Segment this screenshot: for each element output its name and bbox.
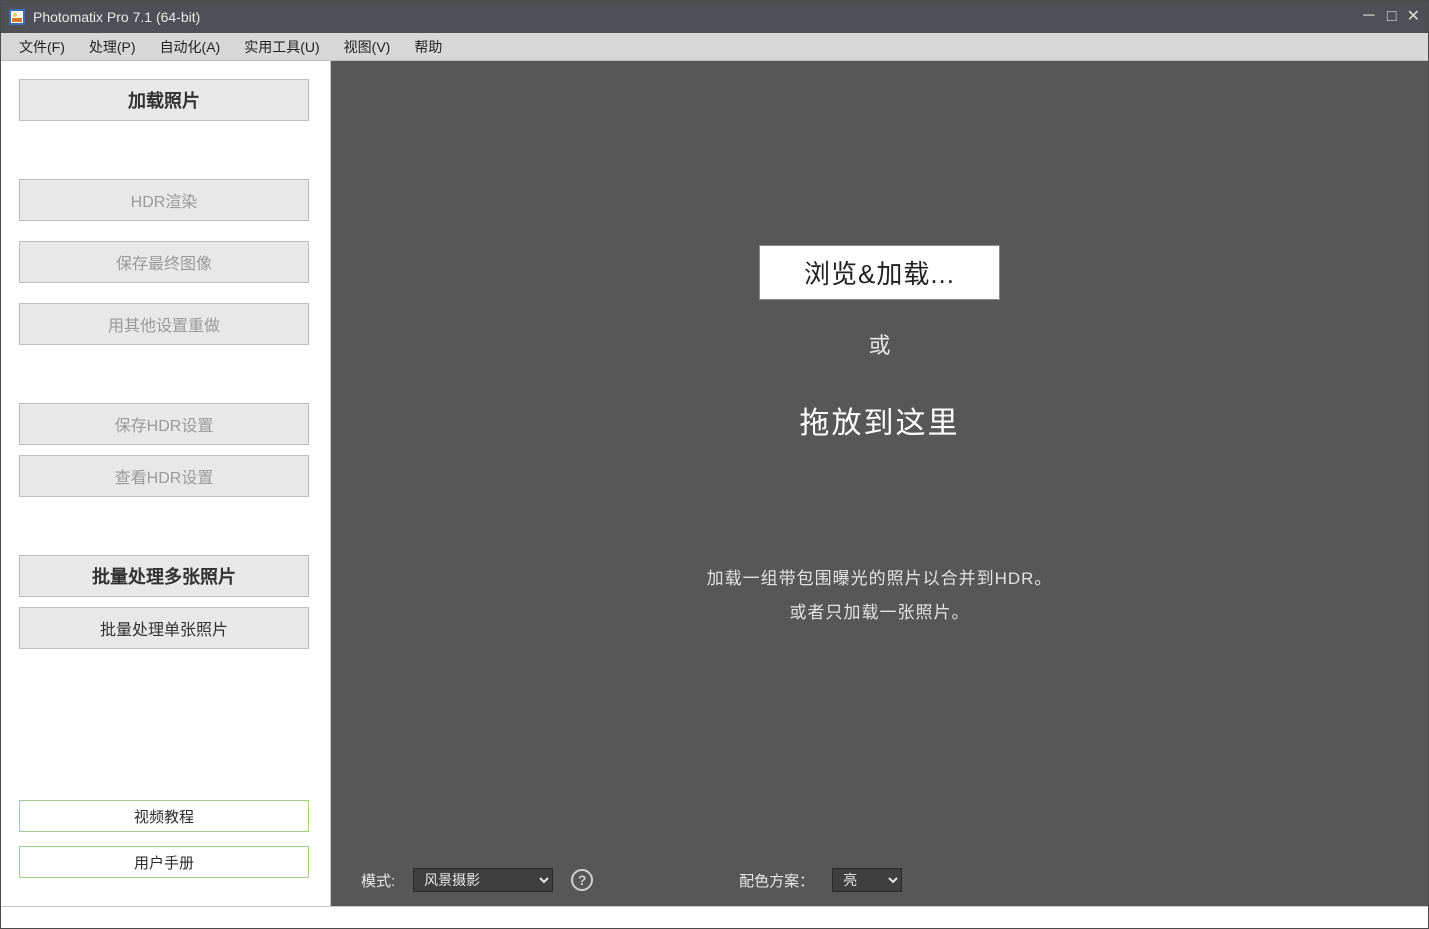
window-title: Photomatix Pro 7.1 (64-bit) [33, 9, 200, 25]
minimize-icon[interactable]: － [1361, 9, 1377, 25]
batch-single-button[interactable]: 批量处理单张照片 [19, 607, 309, 649]
hint-line-2: 或者只加载一张照片。 [707, 596, 1053, 630]
status-bar [1, 906, 1428, 928]
save-final-image-button: 保存最终图像 [19, 241, 309, 283]
color-scheme-select[interactable]: 亮 [832, 868, 902, 892]
load-photos-button[interactable]: 加载照片 [19, 79, 309, 121]
save-hdr-settings-button: 保存HDR设置 [19, 403, 309, 445]
redo-other-settings-button: 用其他设置重做 [19, 303, 309, 345]
hdr-render-button: HDR渲染 [19, 179, 309, 221]
main-area: 浏览&加载... 或 拖放到这里 加载一组带包围曝光的照片以合并到HDR。 或者… [331, 61, 1428, 906]
browse-load-button[interactable]: 浏览&加载... [759, 245, 1000, 300]
menu-view[interactable]: 视图(V) [332, 34, 403, 60]
drop-zone[interactable]: 浏览&加载... 或 拖放到这里 加载一组带包围曝光的照片以合并到HDR。 或者… [331, 61, 1428, 854]
titlebar: Photomatix Pro 7.1 (64-bit) － □ ✕ [1, 1, 1428, 33]
menubar: 文件(F) 处理(P) 自动化(A) 实用工具(U) 视图(V) 帮助 [1, 33, 1428, 61]
view-hdr-settings-button: 查看HDR设置 [19, 455, 309, 497]
menu-file[interactable]: 文件(F) [7, 34, 77, 60]
color-scheme-label: 配色方案： [739, 870, 814, 891]
maximize-icon[interactable]: □ [1387, 9, 1397, 25]
hint-line-1: 加载一组带包围曝光的照片以合并到HDR。 [707, 562, 1053, 596]
menu-help[interactable]: 帮助 [402, 34, 454, 60]
menu-process[interactable]: 处理(P) [77, 34, 148, 60]
batch-multi-button[interactable]: 批量处理多张照片 [19, 555, 309, 597]
close-icon[interactable]: ✕ [1407, 9, 1420, 25]
mode-select[interactable]: 风景摄影 [413, 868, 553, 892]
app-icon [9, 9, 25, 25]
help-icon[interactable]: ? [571, 869, 593, 891]
sidebar: 加载照片 HDR渲染 保存最终图像 用其他设置重做 保存HDR设置 查看HDR设… [1, 61, 331, 906]
hint-block: 加载一组带包围曝光的照片以合并到HDR。 或者只加载一张照片。 [707, 562, 1053, 630]
mode-label: 模式: [361, 870, 395, 891]
video-tutorial-button[interactable]: 视频教程 [19, 800, 309, 832]
bottom-bar: 模式: 风景摄影 ? 配色方案： 亮 [331, 854, 1428, 906]
or-text: 或 [868, 328, 890, 360]
menu-automation[interactable]: 自动化(A) [148, 34, 233, 60]
user-manual-button[interactable]: 用户手册 [19, 846, 309, 878]
drop-here-text: 拖放到这里 [800, 398, 960, 442]
menu-tools[interactable]: 实用工具(U) [232, 34, 331, 60]
